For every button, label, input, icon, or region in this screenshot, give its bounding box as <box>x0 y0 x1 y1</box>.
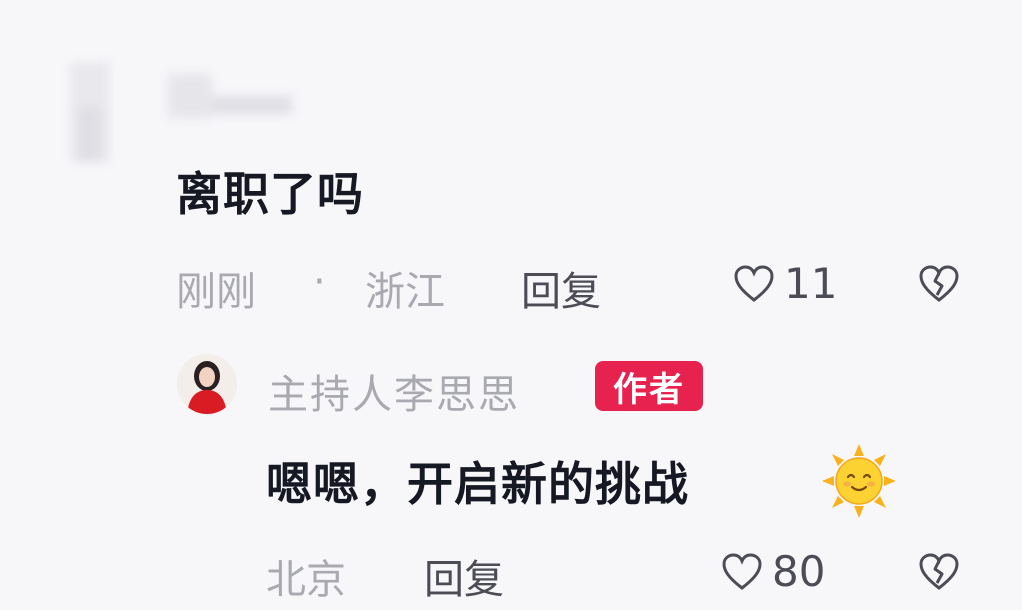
author-badge: 作者 <box>595 361 703 411</box>
author-name[interactable]: 主持人李思思 <box>268 362 520 420</box>
broken-heart-icon[interactable] <box>918 552 960 592</box>
reply-reply-button[interactable]: 回复 <box>424 547 504 605</box>
comment-location: 浙江 <box>365 269 445 315</box>
broken-heart-icon[interactable] <box>918 264 960 304</box>
comment-separator: · <box>313 259 326 305</box>
commenter-avatar-blurred[interactable] <box>40 62 140 172</box>
commenter-name-blurred[interactable] <box>168 74 293 120</box>
comment-time: 刚刚 <box>176 269 256 315</box>
heart-outline-icon[interactable] <box>721 552 763 592</box>
reply-location: 北京 <box>266 557 346 603</box>
reply-like-count: 80 <box>772 547 826 596</box>
smiling-sun-icon <box>820 442 898 524</box>
comment-reply-button[interactable]: 回复 <box>521 259 601 317</box>
comment-like-count: 11 <box>784 259 838 308</box>
author-avatar[interactable] <box>177 354 237 414</box>
reply-text: 嗯嗯，开启新的挑战 <box>266 457 689 511</box>
heart-outline-icon[interactable] <box>733 264 775 304</box>
comment-text: 离职了吗 <box>176 167 364 221</box>
